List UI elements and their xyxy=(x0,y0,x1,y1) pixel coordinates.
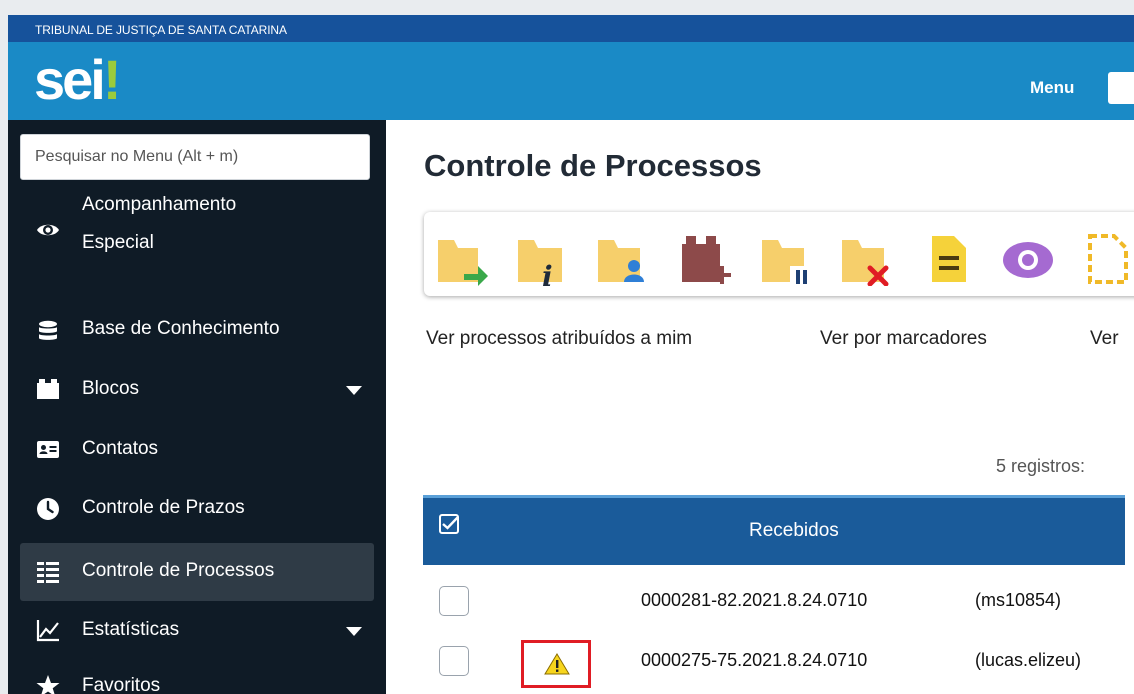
menu-button[interactable]: Menu xyxy=(1030,78,1074,98)
row-checkbox[interactable] xyxy=(439,586,469,616)
assign-folder-icon[interactable] xyxy=(596,230,648,286)
sidebar-item-label: Acompanhamento xyxy=(82,194,237,215)
sidebar-item-label: Base de Conhecimento xyxy=(82,318,280,339)
process-number-link[interactable]: 0000275-75.2021.8.24.0710 xyxy=(641,650,867,671)
sidebar-item-label: Controle de Processos xyxy=(82,560,275,581)
link-ver-more[interactable]: Ver xyxy=(1090,328,1119,350)
new-document-icon[interactable] xyxy=(1084,230,1134,286)
sidebar-menu: Acompanhamento Especial Base de Conhecim… xyxy=(8,120,386,694)
assigned-user: (ms10854) xyxy=(975,590,1062,610)
contact-card-icon xyxy=(37,441,59,458)
view-icon[interactable] xyxy=(1002,230,1054,286)
list-icon xyxy=(37,562,59,583)
warning-icon[interactable] xyxy=(544,653,570,675)
add-block-icon[interactable] xyxy=(680,230,732,286)
chevron-down-icon xyxy=(346,627,362,636)
svg-text:i: i xyxy=(542,260,553,286)
info-folder-icon[interactable]: i xyxy=(516,230,568,286)
sidebar-item-label: Blocos xyxy=(82,378,140,399)
sidebar-item-base-de-conhecimento[interactable]: Base de Conhecimento xyxy=(20,308,374,354)
link-ver-por-marcadores[interactable]: Ver por marcadores xyxy=(820,328,987,350)
select-all-checkbox[interactable] xyxy=(439,514,459,534)
sidebar-item-label: Favoritos xyxy=(82,675,161,694)
note-icon[interactable] xyxy=(924,230,976,286)
table-row: 0000275-75.2021.8.24.0710 (lucas.elizeu) xyxy=(423,638,1125,688)
send-folder-icon[interactable] xyxy=(436,230,488,286)
logo-mark: ! xyxy=(102,48,122,111)
sidebar-item-controle-de-processos[interactable]: Controle de Processos xyxy=(20,543,374,601)
sidebar-item-contatos[interactable]: Contatos xyxy=(20,427,374,473)
blocks-icon xyxy=(37,379,59,399)
page-title: Controle de Processos xyxy=(424,148,762,183)
table-header-title[interactable]: Recebidos xyxy=(749,520,839,542)
link-processos-atribuidos[interactable]: Ver processos atribuídos a mim xyxy=(426,328,692,350)
warning-highlight xyxy=(521,640,591,688)
sidebar-item-controle-de-prazos[interactable]: Controle de Prazos xyxy=(20,486,374,532)
sei-app-window: TRIBUNAL DE JUSTIÇA DE SANTA CATARINA se… xyxy=(8,15,1134,694)
chevron-down-icon xyxy=(346,386,362,395)
database-icon xyxy=(39,320,57,340)
org-name: TRIBUNAL DE JUSTIÇA DE SANTA CATARINA xyxy=(35,23,287,37)
eye-icon xyxy=(37,224,59,236)
sidebar-item-label: Contatos xyxy=(82,438,159,459)
header-search-box[interactable] xyxy=(1108,72,1134,104)
record-count: 5 registros: xyxy=(996,456,1086,476)
table-header: Recebidos xyxy=(423,495,1125,565)
logo-text: sei xyxy=(34,48,106,111)
pause-folder-icon[interactable] xyxy=(760,230,812,286)
clock-icon xyxy=(37,498,59,520)
org-strip: TRIBUNAL DE JUSTIÇA DE SANTA CATARINA xyxy=(8,15,1134,42)
menu-search-input[interactable] xyxy=(21,135,369,179)
sidebar-item-label: Estatísticas xyxy=(82,619,180,640)
app-header: sei! Menu xyxy=(8,42,1134,120)
sidebar-item-label-line2: Especial xyxy=(82,232,154,253)
sidebar-item-label: Controle de Prazos xyxy=(82,497,245,518)
sidebar-item-blocos[interactable]: Blocos xyxy=(20,367,374,413)
chart-line-icon xyxy=(36,620,59,642)
process-toolbar: i xyxy=(424,212,1134,296)
sidebar-item-acompanhamento-especial[interactable]: Acompanhamento Especial xyxy=(20,192,374,272)
star-icon xyxy=(36,675,60,694)
sei-logo[interactable]: sei! xyxy=(34,47,122,112)
close-folder-icon[interactable] xyxy=(840,230,892,286)
sidebar-item-estatisticas[interactable]: Estatísticas xyxy=(20,608,374,654)
menu-search-box[interactable] xyxy=(20,134,370,180)
assigned-user: (lucas.elizeu) xyxy=(975,650,1082,670)
row-checkbox[interactable] xyxy=(439,646,469,676)
main-content: Controle de Processos i Ver processos at… xyxy=(386,120,1134,694)
process-number-link[interactable]: 0000281-82.2021.8.24.0710 xyxy=(641,590,867,611)
table-row: 0000281-82.2021.8.24.0710 (ms10854) xyxy=(423,578,1125,628)
sidebar-item-favoritos[interactable]: Favoritos xyxy=(20,664,374,694)
